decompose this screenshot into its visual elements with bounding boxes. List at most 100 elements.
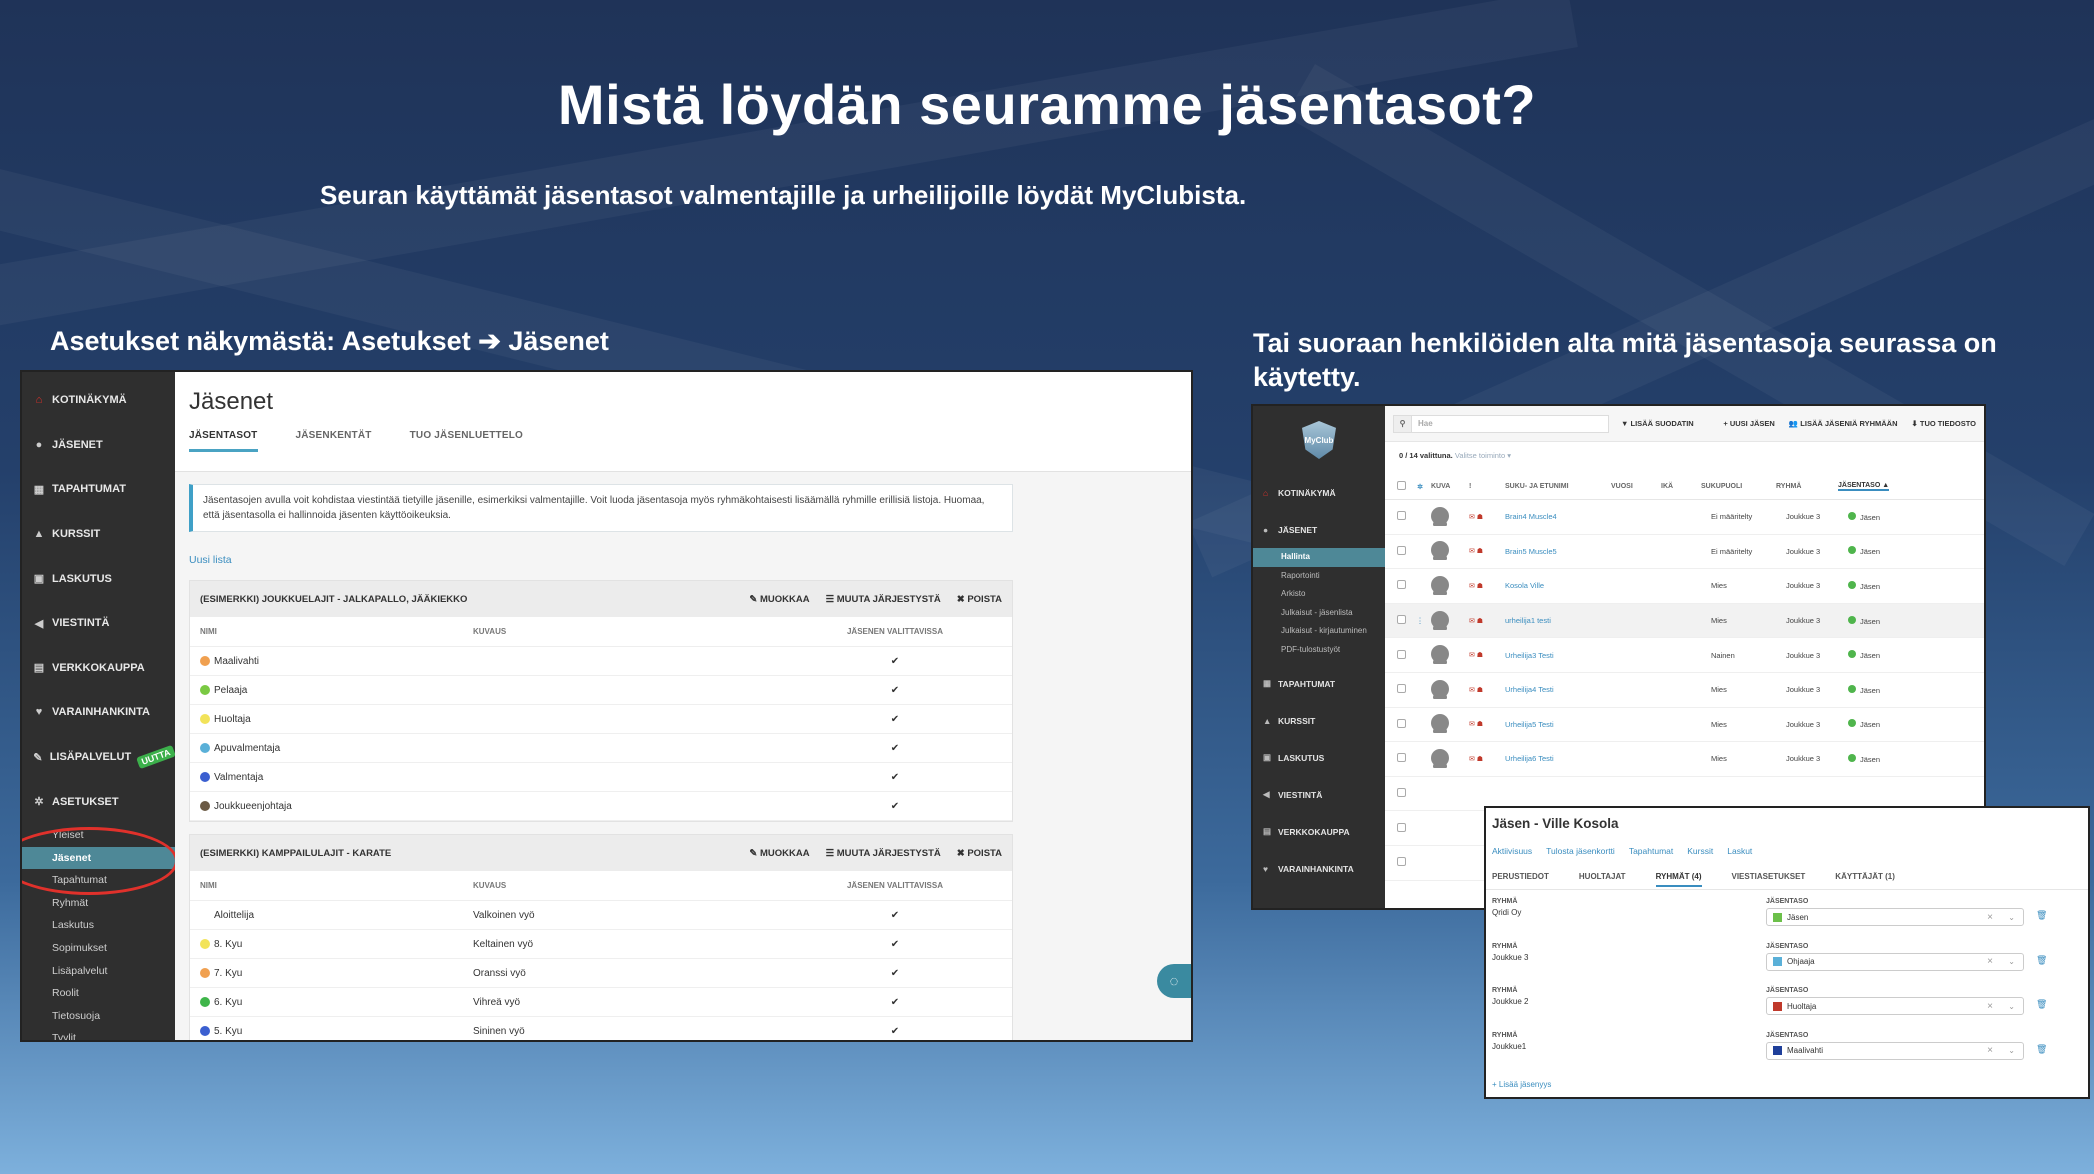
table-row[interactable]: 8. Kyu Keltainen vyö ✔ <box>190 930 1012 959</box>
sidebar-item-viestintä[interactable]: ◀ VIESTINTÄ <box>22 601 175 646</box>
row-checkbox[interactable] <box>1397 580 1406 590</box>
submenu-item[interactable]: PDF-tulostustyöt <box>1253 641 1385 660</box>
trash-icon[interactable]: 🗑 <box>2036 1044 2047 1055</box>
reorder-button[interactable]: ☰ MUUTA JÄRJESTYSTÄ <box>826 594 941 605</box>
table-row[interactable]: Joukkueenjohtaja ✔ <box>190 792 1012 821</box>
table-row[interactable]: Maalivahti ✔ <box>190 647 1012 676</box>
table-row[interactable]: ✉ ☗ Kosola Ville Mies Joukkue 3 Jäsen <box>1385 569 1984 604</box>
new-list-link[interactable]: Uusi lista <box>189 554 1191 566</box>
row-checkbox[interactable] <box>1397 649 1406 659</box>
delete-button[interactable]: ✖ POISTA <box>957 848 1002 859</box>
table-row[interactable]: Huoltaja ✔ <box>190 705 1012 734</box>
dialog-link[interactable]: Kurssit <box>1687 846 1713 864</box>
row-checkbox[interactable] <box>1397 615 1406 625</box>
member-name[interactable]: Brain4 Muscle4 <box>1505 512 1671 521</box>
add-filter-button[interactable]: ▼ LISÄÄ SUODATIN <box>1621 419 1694 428</box>
dialog-tab[interactable]: VIESTIASETUKSET <box>1732 872 1806 881</box>
table-row[interactable]: ✉ ☗ Urheilija4 Testi Mies Joukkue 3 Jäsen <box>1385 673 1984 708</box>
sidebar-item-jäsenet[interactable]: ● JÄSENET <box>1253 511 1385 548</box>
row-checkbox[interactable] <box>1397 718 1406 728</box>
select-action-dropdown[interactable]: Valitse toiminto ▾ <box>1455 451 1511 460</box>
delete-button[interactable]: ✖ POISTA <box>957 594 1002 605</box>
dialog-tab[interactable]: KÄYTTÄJÄT (1) <box>1835 872 1895 881</box>
row-checkbox[interactable] <box>1397 753 1406 763</box>
table-row[interactable]: ✉ ☗ Urheilija5 Testi Mies Joukkue 3 Jäsen <box>1385 708 1984 743</box>
dialog-link[interactable]: Laskut <box>1727 846 1752 864</box>
dialog-link[interactable]: Aktiivisuus <box>1492 846 1532 864</box>
submenu-item[interactable]: Ryhmät <box>22 892 175 915</box>
submenu-item[interactable]: Julkaisut - jäsenlista <box>1253 604 1385 623</box>
submenu-item[interactable]: Raportointi <box>1253 567 1385 586</box>
clear-icon[interactable]: × <box>1987 956 1993 967</box>
table-row[interactable]: ✉ ☗ Urheilija3 Testi Nainen Joukkue 3 Jäsen <box>1385 638 1984 673</box>
clear-icon[interactable]: × <box>1987 1045 1993 1056</box>
table-row[interactable]: Apuvalmentaja ✔ <box>190 734 1012 763</box>
sidebar-item-varainhankinta[interactable]: ♥ VARAINHANKINTA <box>1253 850 1385 887</box>
import-file-button[interactable]: ⬇ TUO TIEDOSTO <box>1912 419 1976 428</box>
tab-member-fields[interactable]: JÄSENKENTÄT <box>296 430 372 452</box>
table-row[interactable]: 5. Kyu Sininen vyö ✔ <box>190 1017 1012 1040</box>
tab-import-list[interactable]: TUO JÄSENLUETTELO <box>410 430 523 452</box>
trash-icon[interactable]: 🗑 <box>2036 910 2047 921</box>
member-name[interactable]: Urheilija4 Testi <box>1505 685 1671 694</box>
add-membership-link[interactable]: + Lisää jäsenyys <box>1486 1074 2088 1089</box>
member-level-select[interactable]: Jäsen × ⌄ <box>1766 908 2024 926</box>
edit-button[interactable]: ✎ MUOKKAA <box>749 594 809 605</box>
sidebar-item-jäsenet[interactable]: ● JÄSENET <box>22 423 175 468</box>
chat-icon[interactable]: ◌ <box>1157 964 1191 998</box>
sidebar-item-lisäpalvelut[interactable]: ✎ LISÄPALVELUT UUTTA <box>22 735 176 780</box>
row-checkbox[interactable] <box>1397 857 1406 867</box>
sidebar-item-kotinäkymä[interactable]: ⌂ KOTINÄKYMÄ <box>22 378 175 423</box>
table-row[interactable]: ✉ ☗ Brain5 Muscle5 Ei määritelty Joukkue 3 J… <box>1385 535 1984 570</box>
member-name[interactable]: Kosola Ville <box>1505 581 1671 590</box>
column-age[interactable]: IKÄ <box>1661 483 1701 490</box>
submenu-item[interactable]: Laskutus <box>22 914 175 937</box>
sidebar-item-varainhankinta[interactable]: ♥ VARAINHANKINTA <box>22 690 175 735</box>
gear-icon[interactable]: ✲ <box>1409 483 1431 491</box>
chevron-down-icon[interactable]: ⌄ <box>2008 1046 2015 1055</box>
clear-icon[interactable]: × <box>1987 912 1993 923</box>
table-row[interactable]: Valmentaja ✔ <box>190 763 1012 792</box>
submenu-item[interactable]: Tietosuoja <box>22 1005 175 1028</box>
member-level-select[interactable]: Huoltaja × ⌄ <box>1766 997 2024 1015</box>
row-menu-icon[interactable]: ⋮ <box>1409 616 1431 625</box>
table-row[interactable]: 6. Kyu Vihreä vyö ✔ <box>190 988 1012 1017</box>
dialog-link[interactable]: Tapahtumat <box>1629 846 1673 864</box>
submenu-item[interactable]: Arkisto <box>1253 585 1385 604</box>
member-name[interactable]: Brain5 Muscle5 <box>1505 547 1671 556</box>
column-gender[interactable]: SUKUPUOLI <box>1701 483 1776 490</box>
chevron-down-icon[interactable]: ⌄ <box>2008 913 2015 922</box>
dialog-tab[interactable]: RYHMÄT (4) <box>1655 872 1702 887</box>
row-checkbox[interactable] <box>1397 511 1406 521</box>
chevron-down-icon[interactable]: ⌄ <box>2008 957 2015 966</box>
column-group[interactable]: RYHMÄ <box>1776 483 1838 490</box>
member-name[interactable]: Urheilija6 Testi <box>1505 754 1671 763</box>
submenu-item[interactable]: Hallinta <box>1253 548 1385 567</box>
table-row[interactable]: Aloittelija Valkoinen vyö ✔ <box>190 901 1012 930</box>
sidebar-item-tapahtumat[interactable]: ▦ TAPAHTUMAT <box>22 467 175 512</box>
sidebar-item-viestintä[interactable]: ◀ VIESTINTÄ <box>1253 776 1385 813</box>
reorder-button[interactable]: ☰ MUUTA JÄRJESTYSTÄ <box>826 848 941 859</box>
submenu-item[interactable]: Sopimukset <box>22 937 175 960</box>
submenu-item[interactable]: Roolit <box>22 982 175 1005</box>
row-checkbox[interactable] <box>1397 545 1406 555</box>
member-level-select[interactable]: Ohjaaja × ⌄ <box>1766 952 2024 971</box>
search-input[interactable]: ⚲ Hae <box>1393 414 1609 433</box>
add-to-group-button[interactable]: 👥 LISÄÄ JÄSENIÄ RYHMÄÄN <box>1789 419 1898 428</box>
table-row[interactable]: ✉ ☗ Urheilija6 Testi Mies Joukkue 3 Jäsen <box>1385 742 1984 777</box>
member-name[interactable]: Urheilija5 Testi <box>1505 720 1671 729</box>
dialog-tab[interactable]: PERUSTIEDOT <box>1492 872 1549 881</box>
sidebar-item-kurssit[interactable]: ▲ KURSSIT <box>22 512 175 557</box>
row-checkbox[interactable] <box>1397 822 1406 832</box>
sidebar-item-asetukset[interactable]: ✲ ASETUKSET <box>22 779 175 824</box>
chevron-down-icon[interactable]: ⌄ <box>2008 1002 2015 1011</box>
submenu-item[interactable]: Lisäpalvelut <box>22 960 175 983</box>
table-row[interactable]: ✉ ☗ Brain4 Muscle4 Ei määritelty Joukkue 3 J… <box>1385 500 1984 535</box>
sidebar-item-laskutus[interactable]: ▣ LASKUTUS <box>22 556 175 601</box>
sidebar-item-kotinäkymä[interactable]: ⌂ KOTINÄKYMÄ <box>1253 474 1385 511</box>
column-year[interactable]: VUOSI <box>1611 483 1661 490</box>
row-checkbox[interactable] <box>1397 788 1406 798</box>
table-row[interactable]: 7. Kyu Oranssi vyö ✔ <box>190 959 1012 988</box>
new-member-button[interactable]: + UUSI JÄSEN <box>1723 419 1774 428</box>
table-row[interactable]: Pelaaja ✔ <box>190 676 1012 705</box>
